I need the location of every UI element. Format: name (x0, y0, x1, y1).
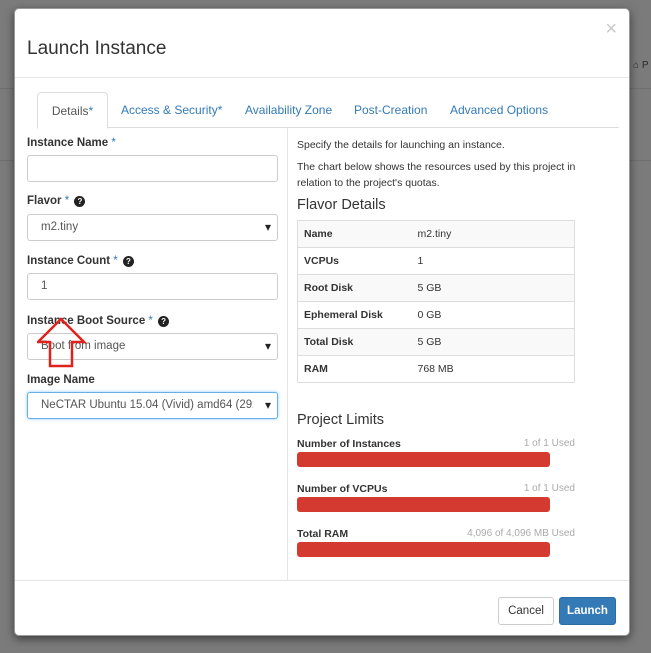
cancel-button[interactable]: Cancel (498, 597, 554, 625)
table-row: VCPUs 1 (297, 247, 575, 275)
table-key: Total Disk (297, 328, 412, 356)
label-text: Instance Count (27, 255, 111, 267)
table-row: Total Disk 5 GB (297, 328, 575, 356)
table-row: Root Disk 5 GB (297, 274, 575, 302)
project-limits-title: Project Limits (297, 412, 385, 428)
required-marker: * (148, 315, 153, 327)
field-value: m2.tiny (41, 221, 79, 233)
required-marker: * (88, 104, 94, 118)
flavor-details-table: Name m2.tiny VCPUs 1 Root Disk 5 GB Ephe… (297, 220, 575, 383)
tab-advanced-options[interactable]: Advanced Options (450, 92, 548, 128)
field-value: NeCTAR Ubuntu 15.04 (Vivid) amd64 (292 (41, 399, 253, 411)
help-icon[interactable]: ? (74, 196, 86, 207)
progress-bar-vcpus (297, 497, 550, 512)
tab-post-creation[interactable]: Post-Creation (354, 92, 428, 128)
image-name-label: Image Name (27, 374, 95, 386)
flavor-details-title: Flavor Details (297, 197, 386, 213)
progress-fill (297, 497, 550, 512)
tab-bar: Details* Access & Security* Availability… (37, 92, 619, 129)
close-icon[interactable]: × (605, 19, 617, 39)
tab-details[interactable]: Details* (37, 92, 108, 129)
info-text-2: The chart below shows the resources used… (297, 161, 576, 189)
instance-name-label: Instance Name * (27, 137, 116, 149)
table-key: VCPUs (297, 247, 412, 275)
tab-label: Details (51, 104, 89, 118)
flavor-label: Flavor * ? (27, 195, 86, 207)
modal-title: Launch Instance (27, 38, 167, 59)
help-icon[interactable]: ? (158, 316, 170, 327)
progress-bar-ram (297, 542, 550, 557)
modal-footer: Cancel Launch (15, 580, 629, 636)
label-text: Image Name (27, 374, 95, 386)
progress-bar-instances (297, 452, 550, 467)
home-icon: ⌂ P (633, 60, 649, 71)
table-key: Ephemeral Disk (297, 301, 412, 329)
tab-label: Availability Zone (245, 103, 333, 117)
column-divider (287, 128, 288, 580)
help-icon[interactable]: ? (122, 256, 134, 267)
table-value: m2.tiny (411, 220, 575, 248)
progress-fill (297, 452, 550, 467)
required-marker: * (111, 137, 116, 149)
up-arrow-annotation-icon (37, 317, 88, 368)
label-text: Instance Name (27, 137, 109, 149)
launch-button[interactable]: Launch (559, 597, 616, 625)
table-value: 768 MB (411, 355, 575, 383)
instance-count-input[interactable]: 1 (27, 273, 278, 300)
limit-used-ram: 4,096 of 4,096 MB Used (467, 528, 575, 539)
tab-label: Post-Creation (354, 103, 428, 117)
limit-used-vcpus: 1 of 1 Used (523, 483, 575, 494)
table-row: RAM 768 MB (297, 355, 575, 383)
label-text: Flavor (27, 195, 62, 207)
limit-used-instances: 1 of 1 Used (523, 438, 575, 449)
table-value: 1 (411, 247, 575, 275)
table-row: Ephemeral Disk 0 GB (297, 301, 575, 329)
table-key: Root Disk (297, 274, 412, 302)
flavor-select[interactable]: m2.tiny (27, 214, 278, 241)
required-marker: * (64, 195, 70, 207)
tab-label: Access & Security (121, 103, 218, 117)
table-row: Name m2.tiny (297, 220, 575, 248)
progress-fill (297, 542, 550, 557)
required-marker: * (113, 255, 118, 267)
instance-count-label: Instance Count * ? (27, 255, 134, 267)
launch-instance-modal: Launch Instance × Details* Access & Secu… (14, 8, 630, 636)
tab-availability-zone[interactable]: Availability Zone (245, 92, 332, 128)
instance-name-input[interactable] (27, 155, 278, 182)
required-marker: * (217, 103, 223, 117)
table-value: 0 GB (411, 301, 575, 329)
tab-label: Advanced Options (450, 103, 549, 117)
tab-access-security[interactable]: Access & Security* (121, 92, 222, 128)
table-value: 5 GB (411, 274, 575, 302)
table-key: RAM (297, 355, 412, 383)
field-value: 1 (41, 280, 48, 292)
info-text-1: Specify the details for launching an ins… (297, 139, 505, 151)
table-value: 5 GB (411, 328, 575, 356)
modal-header: Launch Instance × (15, 9, 629, 78)
table-key: Name (297, 220, 412, 248)
image-name-select[interactable]: NeCTAR Ubuntu 15.04 (Vivid) amd64 (292 (27, 392, 278, 419)
